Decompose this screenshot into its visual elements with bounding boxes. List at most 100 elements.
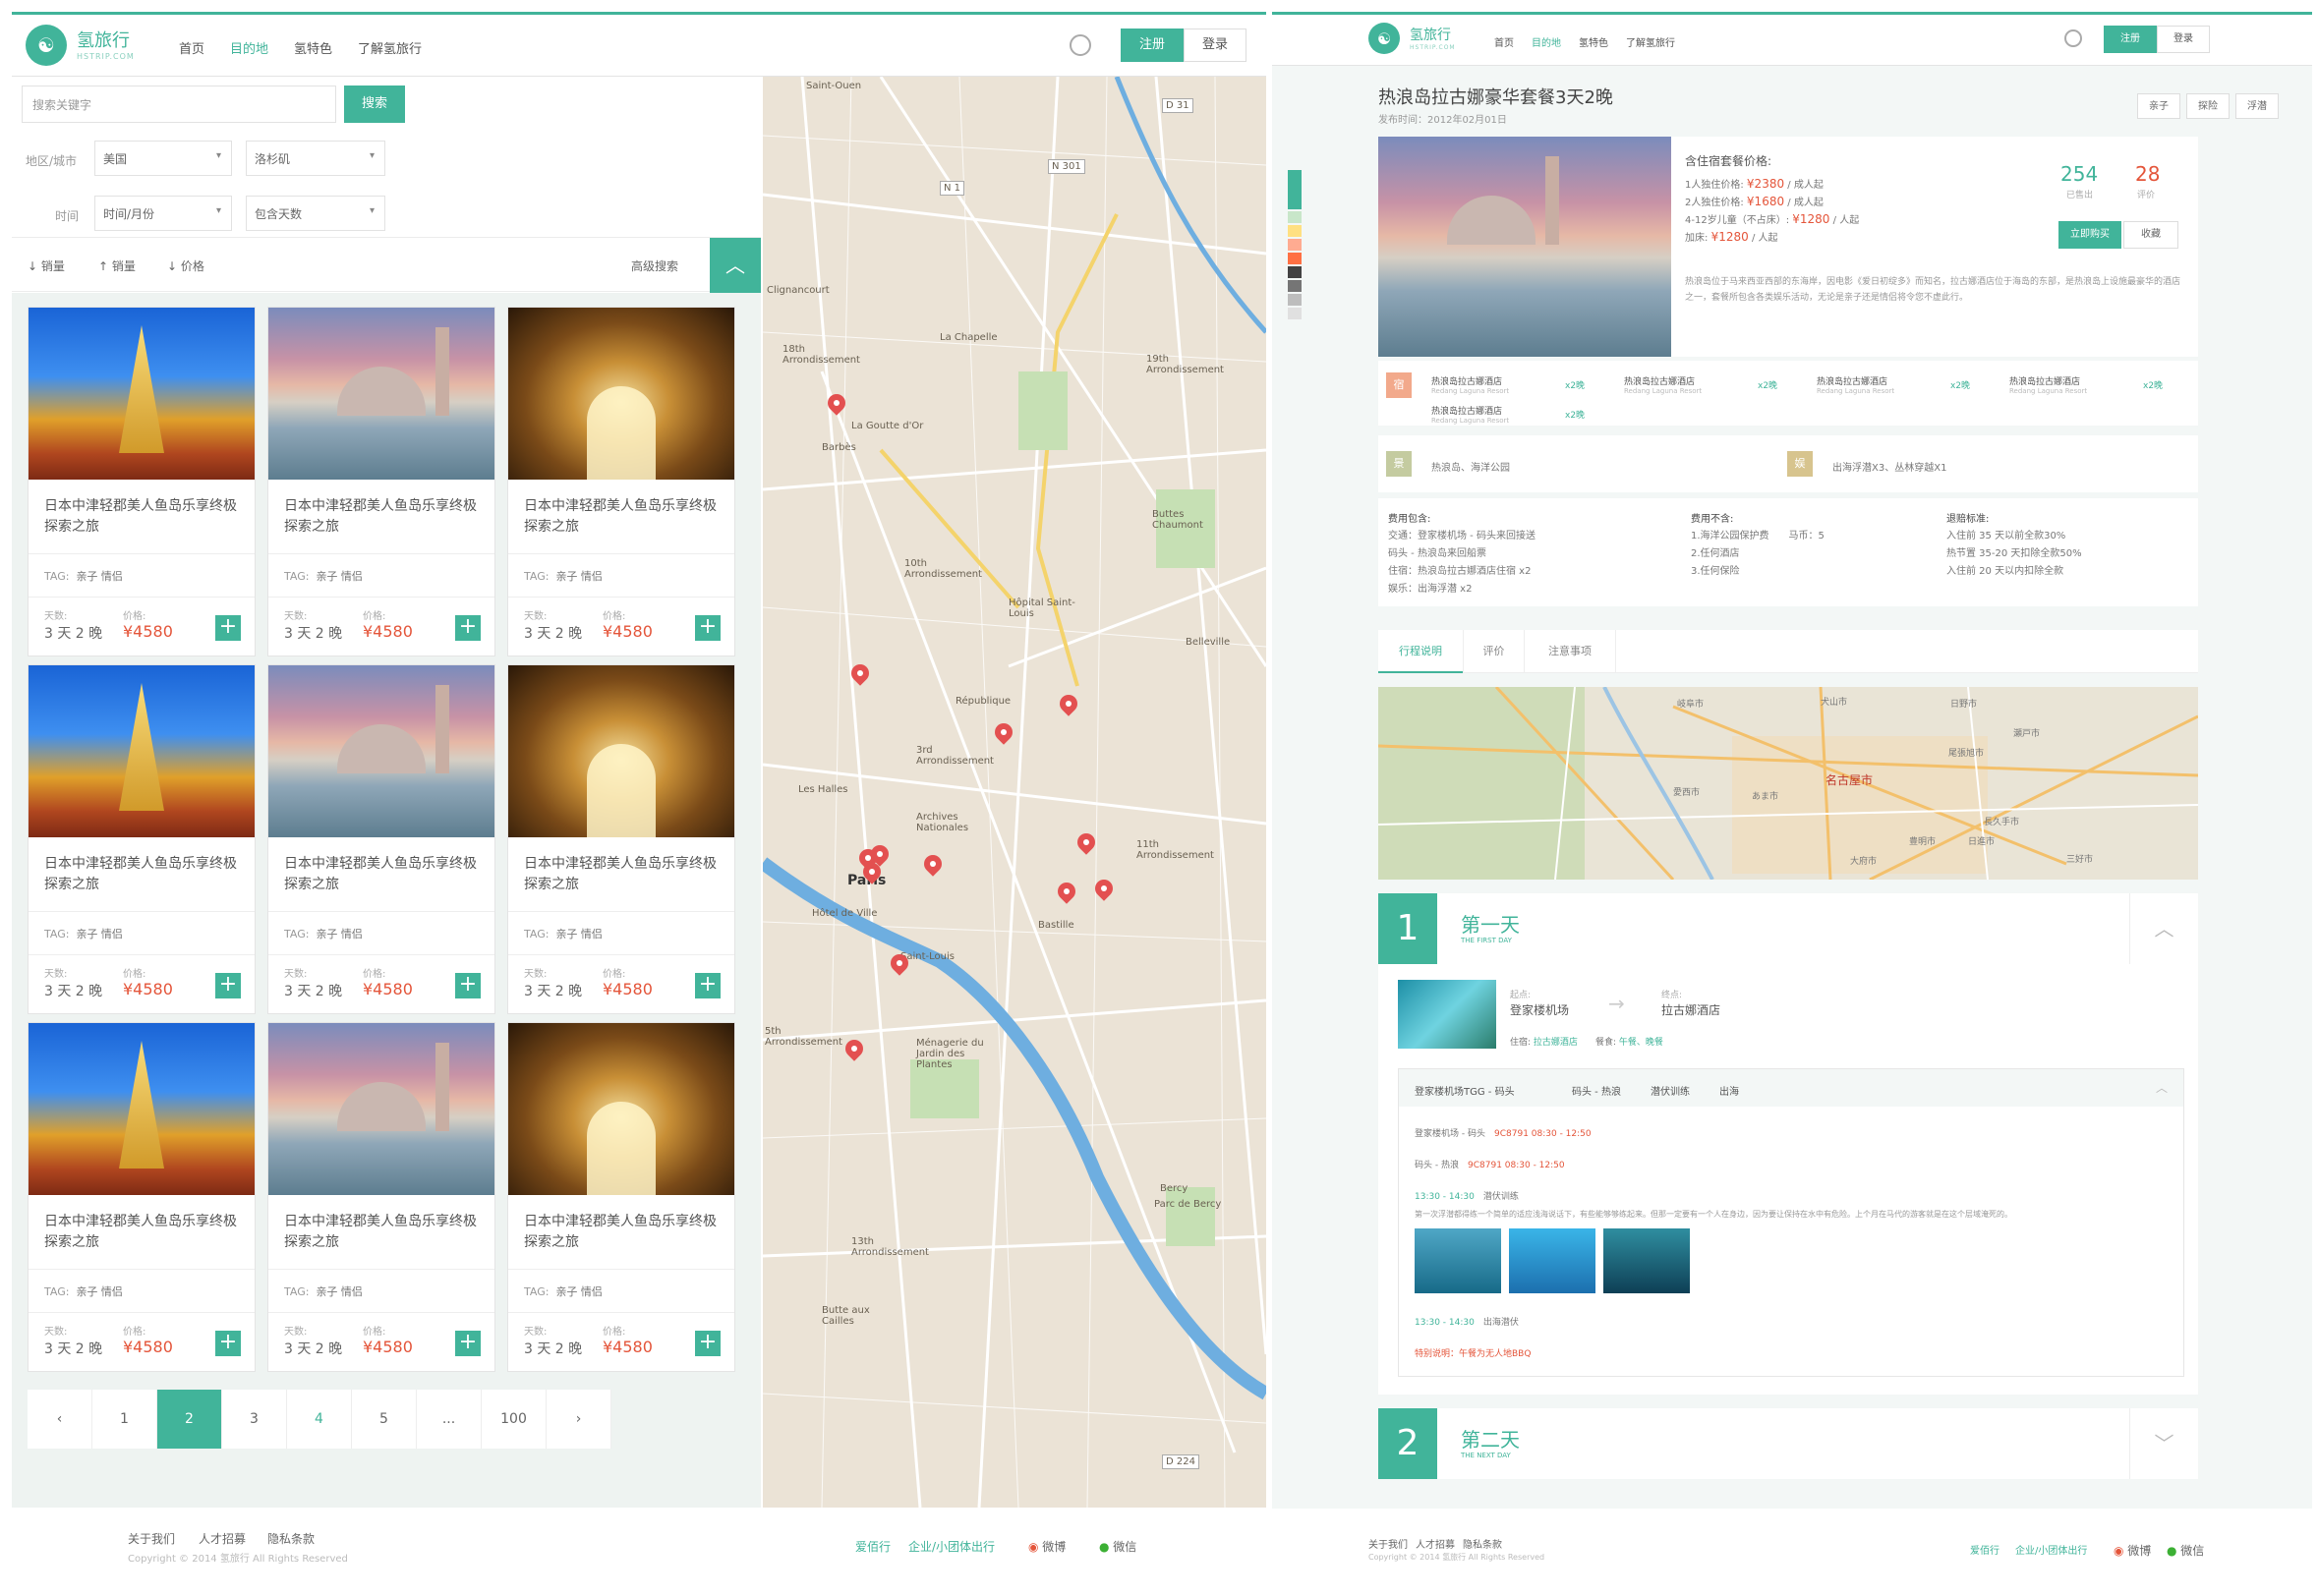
diving-photo-3[interactable] xyxy=(1603,1228,1690,1293)
page-button[interactable]: 1 xyxy=(92,1390,157,1449)
footer-link-privacy[interactable]: 隐私条款 xyxy=(267,1530,315,1547)
city-select[interactable]: 洛杉矶 xyxy=(246,141,385,176)
add-plus-icon[interactable]: + xyxy=(455,615,481,641)
register-button[interactable]: 注册 xyxy=(2104,26,2157,53)
advanced-search-link[interactable]: 高级搜索 xyxy=(631,257,678,274)
mosque-photo[interactable] xyxy=(268,665,494,837)
add-plus-icon[interactable]: + xyxy=(215,1331,241,1356)
add-plus-icon[interactable]: + xyxy=(455,973,481,998)
arches-photo[interactable] xyxy=(508,308,734,480)
nav-destinations[interactable]: 目的地 xyxy=(1532,34,1561,49)
tour-title[interactable]: 日本中津轻郡美人鱼岛乐享终极探索之旅 xyxy=(284,1212,481,1253)
nav-about[interactable]: 了解氢旅行 xyxy=(358,38,422,57)
add-plus-icon[interactable]: + xyxy=(695,973,721,998)
arches-photo[interactable] xyxy=(508,665,734,837)
logo[interactable]: ☯ 氢旅行 HSTRIP.COM xyxy=(1368,23,1456,54)
country-select[interactable]: 美国 xyxy=(94,141,232,176)
diving-photo-2[interactable] xyxy=(1509,1228,1595,1293)
tag-family[interactable]: 亲子 xyxy=(2137,93,2180,119)
tour-title[interactable]: 日本中津轻郡美人鱼岛乐享终极探索之旅 xyxy=(44,496,241,538)
nav-home[interactable]: 首页 xyxy=(1494,34,1514,49)
tour-card[interactable]: 日本中津轻郡美人鱼岛乐享终极探索之旅 TAG: 亲子 情侣 天数: 3 天 2 晚 价格… xyxy=(507,664,735,1014)
days-select[interactable]: 包含天数 xyxy=(246,196,385,231)
mosque-photo[interactable] xyxy=(268,308,494,480)
tour-card[interactable]: 日本中津轻郡美人鱼岛乐享终极探索之旅 TAG: 亲子 情侣 天数: 3 天 2 晚 价格… xyxy=(507,1022,735,1372)
footer-group-link[interactable]: 企业/小团体出行 xyxy=(2015,1542,2087,1557)
footer-link-jobs[interactable]: 人才招募 xyxy=(199,1530,246,1547)
tour-title[interactable]: 日本中津轻郡美人鱼岛乐享终极探索之旅 xyxy=(284,496,481,538)
collapse-chevron-icon[interactable]: ︿ xyxy=(710,238,761,293)
collapse-chevron-up-icon[interactable]: ︿ xyxy=(2129,893,2198,964)
tab-notes[interactable]: 注意事项 xyxy=(1524,630,1616,673)
login-button[interactable]: 登录 xyxy=(2157,26,2210,53)
tour-title[interactable]: 日本中津轻郡美人鱼岛乐享终极探索之旅 xyxy=(524,496,721,538)
nav-home[interactable]: 首页 xyxy=(179,38,204,57)
weibo-link[interactable]: ◉ 微博 xyxy=(1028,1538,1066,1555)
add-plus-icon[interactable]: + xyxy=(695,615,721,641)
sort-price[interactable]: ↓ 价格 xyxy=(167,257,204,274)
tour-title[interactable]: 日本中津轻郡美人鱼岛乐享终极探索之旅 xyxy=(44,1212,241,1253)
temple-photo[interactable] xyxy=(29,308,255,480)
tag-snorkel[interactable]: 浮潜 xyxy=(2235,93,2279,119)
mosque-photo[interactable] xyxy=(268,1023,494,1195)
nav-features[interactable]: 氢特色 xyxy=(1579,34,1608,49)
next-page-chevron-icon[interactable]: › xyxy=(547,1390,611,1449)
footer-group-link[interactable]: 企业/小团体出行 xyxy=(908,1538,995,1555)
footer-partner-link[interactable]: 爱佰行 xyxy=(1970,1542,1999,1557)
temple-photo[interactable] xyxy=(29,665,255,837)
prev-page-chevron-icon[interactable]: ‹ xyxy=(28,1390,92,1449)
tour-title[interactable]: 日本中津轻郡美人鱼岛乐享终极探索之旅 xyxy=(44,854,241,895)
add-plus-icon[interactable]: + xyxy=(695,1331,721,1356)
diving-photo-1[interactable] xyxy=(1415,1228,1501,1293)
tour-card[interactable]: 日本中津轻郡美人鱼岛乐享终极探索之旅 TAG: 亲子 情侣 天数: 3 天 2 晚 价格… xyxy=(28,664,256,1014)
page-button[interactable]: 4 xyxy=(287,1390,352,1449)
footer-link-privacy[interactable]: 隐私条款 xyxy=(1463,1536,1502,1551)
tour-card[interactable]: 日本中津轻郡美人鱼岛乐享终极探索之旅 TAG: 亲子 情侣 天数: 3 天 2 晚 价格… xyxy=(267,307,495,656)
logo[interactable]: ☯ 氢旅行 HSTRIP.COM xyxy=(26,25,135,66)
add-plus-icon[interactable]: + xyxy=(215,973,241,998)
arches-photo[interactable] xyxy=(508,1023,734,1195)
tour-card[interactable]: 日本中津轻郡美人鱼岛乐享终极探索之旅 TAG: 亲子 情侣 天数: 3 天 2 晚 价格… xyxy=(507,307,735,656)
add-plus-icon[interactable]: + xyxy=(215,615,241,641)
tab-itinerary[interactable]: 行程说明 xyxy=(1378,630,1463,673)
sort-sales-desc[interactable]: ↓ 销量 xyxy=(28,257,65,274)
wechat-link[interactable]: ● 微信 xyxy=(1099,1538,1136,1555)
wechat-link[interactable]: ● 微信 xyxy=(2167,1542,2204,1559)
hotel-item[interactable]: 热浪岛拉古娜酒店 Redang Laguna Resort x2晚 xyxy=(1817,374,2003,395)
login-button[interactable]: 登录 xyxy=(1184,28,1246,62)
footer-link-about[interactable]: 关于我们 xyxy=(128,1530,175,1547)
tour-card[interactable]: 日本中津轻郡美人鱼岛乐享终极探索之旅 TAG: 亲子 情侣 天数: 3 天 2 晚 价格… xyxy=(267,1022,495,1372)
tour-title[interactable]: 日本中津轻郡美人鱼岛乐享终极探索之旅 xyxy=(284,854,481,895)
hotel-item[interactable]: 热浪岛拉古娜酒店 Redang Laguna Resort x2晚 xyxy=(1624,374,1811,395)
page-button[interactable]: 3 xyxy=(222,1390,287,1449)
tour-card[interactable]: 日本中津轻郡美人鱼岛乐享终极探索之旅 TAG: 亲子 情侣 天数: 3 天 2 晚 价格… xyxy=(28,307,256,656)
footer-link-about[interactable]: 关于我们 xyxy=(1368,1536,1408,1551)
tour-card[interactable]: 日本中津轻郡美人鱼岛乐享终极探索之旅 TAG: 亲子 情侣 天数: 3 天 2 晚 价格… xyxy=(267,664,495,1014)
expand-chevron-down-icon[interactable]: ﹀ xyxy=(2129,1408,2198,1479)
footer-link-jobs[interactable]: 人才招募 xyxy=(1416,1536,1455,1551)
hotel-item[interactable]: 热浪岛拉古娜酒店 Redang Laguna Resort x2晚 xyxy=(1431,404,1618,425)
hotel-item[interactable]: 热浪岛拉古娜酒店 Redang Laguna Resort x2晚 xyxy=(2009,374,2196,395)
nav-about[interactable]: 了解氢旅行 xyxy=(1626,34,1675,49)
page-button[interactable]: 100 xyxy=(482,1390,547,1449)
keyword-search-input[interactable]: 搜索关键字 xyxy=(22,86,336,123)
tab-reviews[interactable]: 评价 xyxy=(1463,630,1524,673)
tour-card[interactable]: 日本中津轻郡美人鱼岛乐享终极探索之旅 TAG: 亲子 情侣 天数: 3 天 2 晚 价格… xyxy=(28,1022,256,1372)
favorite-button[interactable]: 收藏 xyxy=(2123,221,2178,249)
search-icon[interactable] xyxy=(2064,29,2082,47)
page-button[interactable]: 5 xyxy=(352,1390,417,1449)
tag-adventure[interactable]: 探险 xyxy=(2186,93,2230,119)
register-button[interactable]: 注册 xyxy=(1121,28,1184,62)
temple-photo[interactable] xyxy=(29,1023,255,1195)
tour-title[interactable]: 日本中津轻郡美人鱼岛乐享终极探索之旅 xyxy=(524,1212,721,1253)
weibo-link[interactable]: ◉ 微博 xyxy=(2114,1542,2151,1559)
paris-map[interactable]: Saint-Ouen Clignancourt La Chapelle 18th… xyxy=(763,77,1266,1508)
tour-title[interactable]: 日本中津轻郡美人鱼岛乐享终极探索之旅 xyxy=(524,854,721,895)
route-map[interactable]: 名古屋市 岐阜市 日野市 瀬戸市 愛西市 あま市 大府市 豊明市 尾張旭市 日進… xyxy=(1378,687,2198,880)
hotel-item[interactable]: 热浪岛拉古娜酒店 Redang Laguna Resort x2晚 xyxy=(1431,374,1618,395)
sort-sales-asc[interactable]: ↑ 销量 xyxy=(98,257,136,274)
footer-partner-link[interactable]: 爱佰行 xyxy=(855,1538,891,1555)
search-icon[interactable] xyxy=(1070,34,1091,56)
search-button[interactable]: 搜索 xyxy=(344,86,405,123)
buy-now-button[interactable]: 立即购买 xyxy=(2058,221,2121,249)
